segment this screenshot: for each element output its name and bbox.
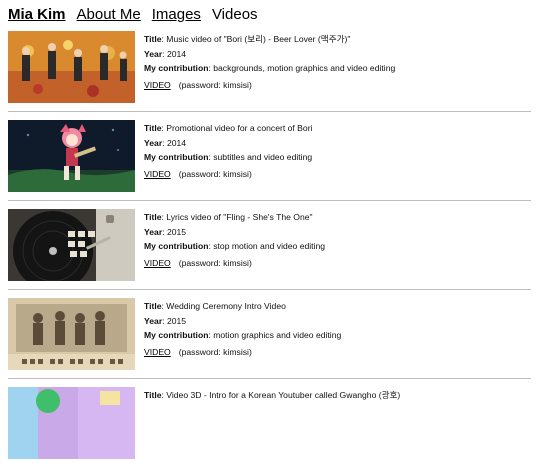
video-info: Title: Wedding Ceremony Intro Video Year… <box>144 301 342 357</box>
title-label: Title <box>144 34 162 44</box>
video-list: Title: Music video of "Bori (보리) - Beer … <box>0 31 540 476</box>
video-entry: Title: Promotional video for a concert o… <box>0 120 540 209</box>
video-title: Music video of "Bori (보리) - Beer Lover (… <box>166 34 351 44</box>
contribution-label: My contribution <box>144 241 209 252</box>
video-entry: Title: Music video of "Bori (보리) - Beer … <box>0 31 540 120</box>
video-link[interactable]: VIDEO <box>144 347 171 357</box>
contribution-label: My contribution <box>144 63 209 74</box>
video-info: Title: Music video of "Bori (보리) - Beer … <box>144 34 396 90</box>
divider <box>8 200 531 201</box>
video-contribution: motion graphics and video editing <box>213 330 342 341</box>
video-contribution: subtitles and video editing <box>213 152 313 163</box>
nav-images-link[interactable]: Images <box>152 6 201 23</box>
video-link[interactable]: VIDEO <box>144 169 171 179</box>
title-label: Title <box>144 123 162 133</box>
video-year: 2014 <box>166 48 187 59</box>
video-thumbnail[interactable] <box>8 31 135 103</box>
nav-current-videos: Videos <box>211 6 258 23</box>
video-password: (password: kimsisi) <box>178 79 252 90</box>
title-label: Title <box>144 212 162 222</box>
contribution-label: My contribution <box>144 152 209 163</box>
video-entry: Title: Video 3D - Intro for a Korean You… <box>0 387 540 476</box>
video-entry: Title: Wedding Ceremony Intro Video Year… <box>0 298 540 387</box>
divider <box>8 289 531 290</box>
video-year: 2015 <box>166 226 187 237</box>
video-year: 2015 <box>166 315 187 326</box>
video-year: 2014 <box>166 137 187 148</box>
video-password: (password: kimsisi) <box>178 168 252 179</box>
video-entry: Title: Lyrics video of "Fling - She's Th… <box>0 209 540 298</box>
year-label: Year <box>144 48 163 59</box>
year-label: Year <box>144 137 163 148</box>
title-label: Title <box>144 390 162 400</box>
top-nav: Mia Kim About Me Images Videos <box>8 6 258 23</box>
video-password: (password: kimsisi) <box>178 257 252 268</box>
video-info: Title: Promotional video for a concert o… <box>144 123 313 179</box>
video-thumbnail[interactable] <box>8 298 135 370</box>
nav-about-link[interactable]: About Me <box>77 6 141 23</box>
video-info: Title: Video 3D - Intro for a Korean You… <box>144 390 401 400</box>
video-contribution: stop motion and video editing <box>213 241 326 252</box>
video-thumbnail[interactable] <box>8 209 135 281</box>
divider <box>8 378 531 379</box>
video-link[interactable]: VIDEO <box>144 258 171 268</box>
video-info: Title: Lyrics video of "Fling - She's Th… <box>144 212 326 268</box>
video-title: Lyrics video of "Fling - She's The One" <box>166 212 313 222</box>
video-title: Promotional video for a concert of Bori <box>166 123 313 133</box>
nav-brand-link[interactable]: Mia Kim <box>8 6 66 23</box>
video-thumbnail[interactable] <box>8 120 135 192</box>
video-link[interactable]: VIDEO <box>144 80 171 90</box>
year-label: Year <box>144 315 163 326</box>
divider <box>8 111 531 112</box>
video-password: (password: kimsisi) <box>178 346 252 357</box>
video-contribution: backgrounds, motion graphics and video e… <box>213 63 396 74</box>
video-title: Wedding Ceremony Intro Video <box>166 301 286 311</box>
title-label: Title <box>144 301 162 311</box>
video-thumbnail[interactable] <box>8 387 135 459</box>
video-title: Video 3D - Intro for a Korean Youtuber c… <box>166 390 401 400</box>
year-label: Year <box>144 226 163 237</box>
contribution-label: My contribution <box>144 330 209 341</box>
